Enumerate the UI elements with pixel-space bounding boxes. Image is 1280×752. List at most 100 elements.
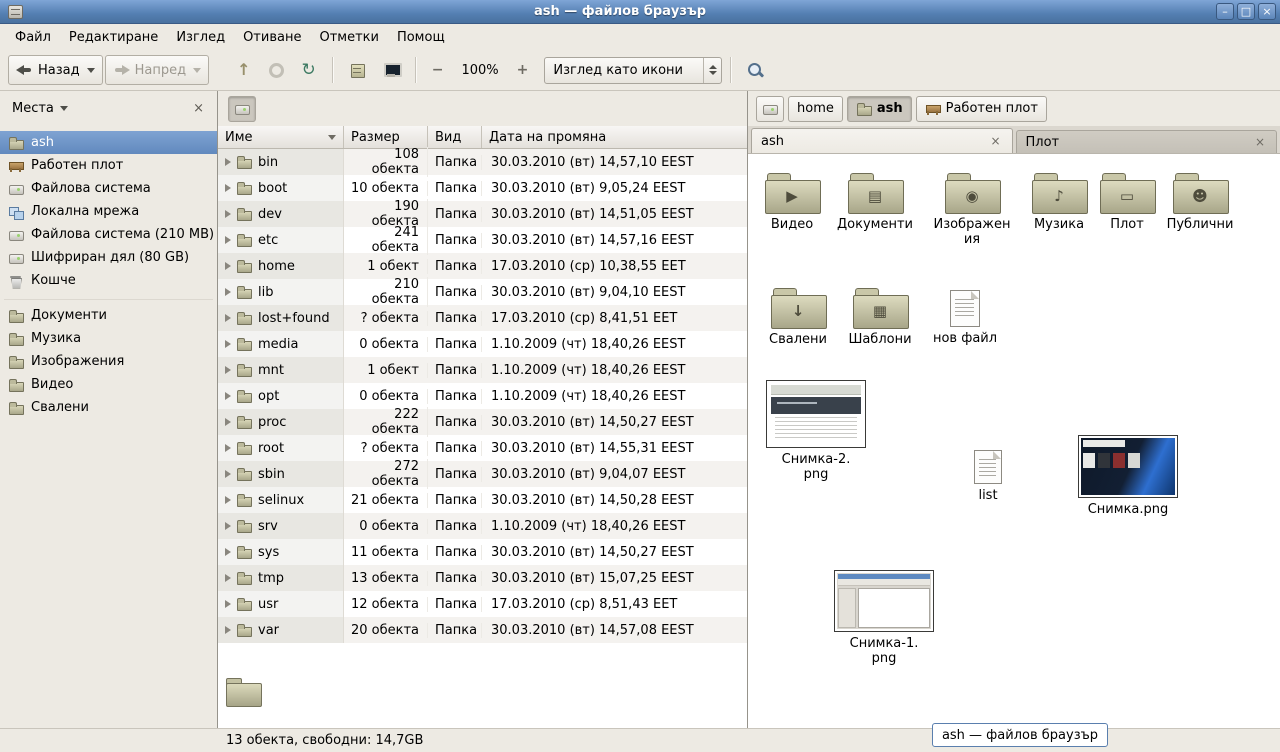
up-button[interactable]: ↑ <box>229 55 258 85</box>
expander-icon[interactable] <box>225 184 231 192</box>
expander-icon[interactable] <box>225 158 231 166</box>
sidebar-item-trash[interactable]: Кошче <box>0 269 217 292</box>
close-button[interactable]: × <box>1258 3 1276 20</box>
expander-icon[interactable] <box>225 262 231 270</box>
expander-icon[interactable] <box>225 236 231 244</box>
tab-close-icon[interactable]: × <box>988 134 1002 148</box>
expander-icon[interactable] <box>225 314 231 322</box>
icon-item-templates[interactable]: Шаблони <box>837 288 923 348</box>
sidebar-item-ash[interactable]: ash <box>0 131 217 154</box>
table-row[interactable]: var20 обектаПапка30.03.2010 (вт) 14,57,0… <box>218 617 747 643</box>
sidebar-item-filesystem[interactable]: Файлова система <box>0 177 217 200</box>
table-row[interactable]: tmp13 обектаПапка30.03.2010 (вт) 15,07,2… <box>218 565 747 591</box>
table-row[interactable]: bin108 обектаПапка30.03.2010 (вт) 14,57,… <box>218 149 747 175</box>
path-root-button[interactable] <box>756 96 784 122</box>
back-dropdown-icon[interactable] <box>87 68 95 73</box>
back-button[interactable]: Назад <box>8 55 103 85</box>
table-row[interactable]: proc222 обектаПапка30.03.2010 (вт) 14,50… <box>218 409 747 435</box>
path-desktop-button[interactable]: Работен плот <box>916 96 1047 122</box>
icon-item-pictures[interactable]: Изображен ия <box>929 173 1015 248</box>
sidebar-close-button[interactable]: × <box>188 99 209 118</box>
sidebar-item-videos[interactable]: Видео <box>0 373 217 396</box>
places-selector[interactable]: Места <box>8 99 72 118</box>
expander-icon[interactable] <box>225 626 231 634</box>
expander-icon[interactable] <box>225 288 231 296</box>
taskbar-window-button[interactable]: ash — файлов браузър <box>932 723 1108 747</box>
minimize-button[interactable]: – <box>1216 3 1234 20</box>
expander-icon[interactable] <box>225 444 231 452</box>
sidebar-item-pictures[interactable]: Изображения <box>0 350 217 373</box>
sidebar-item-filesystem-210mb[interactable]: Файлова система (210 MB) <box>0 223 217 246</box>
table-row[interactable]: sbin272 обектаПапка30.03.2010 (вт) 9,04,… <box>218 461 747 487</box>
path-ash-button[interactable]: ash <box>847 96 912 122</box>
table-row[interactable]: usr12 обектаПапка17.03.2010 (ср) 8,51,43… <box>218 591 747 617</box>
file-item-snimka1[interactable]: Снимка-1. png <box>834 570 934 667</box>
expander-icon[interactable] <box>225 600 231 608</box>
table-row[interactable]: root? обектаПапка30.03.2010 (вт) 14,55,3… <box>218 435 747 461</box>
file-item-new-file[interactable]: нов файл <box>922 290 1008 347</box>
expander-icon[interactable] <box>225 470 231 478</box>
zoom-out-button[interactable]: − <box>424 55 452 85</box>
icon-item-downloads[interactable]: Свалени <box>755 288 841 348</box>
file-item-list[interactable]: list <box>958 450 1018 504</box>
tab-close-icon[interactable]: × <box>1253 135 1267 149</box>
table-row[interactable]: mnt1 обектПапка1.10.2009 (чт) 18,40,26 E… <box>218 357 747 383</box>
table-row[interactable]: lib210 обектаПапка30.03.2010 (вт) 9,04,1… <box>218 279 747 305</box>
sidebar-item-network[interactable]: Локална мрежа <box>0 200 217 223</box>
maximize-button[interactable]: □ <box>1237 3 1255 20</box>
expander-icon[interactable] <box>225 548 231 556</box>
icon-view[interactable]: Видео Документи Изображен ия Музика Плот… <box>748 154 1280 728</box>
menu-bookmarks[interactable]: Отметки <box>310 26 387 49</box>
column-header-date[interactable]: Дата на промяна <box>482 126 747 148</box>
icon-item-video[interactable]: Видео <box>749 173 835 233</box>
home-button[interactable] <box>341 55 373 85</box>
expander-icon[interactable] <box>225 574 231 582</box>
menu-go[interactable]: Отиване <box>234 26 310 49</box>
sidebar-item-documents[interactable]: Документи <box>0 304 217 327</box>
sidebar-item-downloads[interactable]: Свалени <box>0 396 217 419</box>
menu-file[interactable]: Файл <box>6 26 60 49</box>
sidebar-item-desktop[interactable]: Работен плот <box>0 154 217 177</box>
tab-desktop[interactable]: Плот × <box>1016 130 1278 153</box>
column-header-name[interactable]: Име <box>218 126 344 148</box>
file-item-snimka[interactable]: Снимка.png <box>1078 435 1178 518</box>
expander-icon[interactable] <box>225 418 231 426</box>
table-row[interactable]: home1 обектПапка17.03.2010 (ср) 10,38,55… <box>218 253 747 279</box>
table-row[interactable]: srv0 обектаПапка1.10.2009 (чт) 18,40,26 … <box>218 513 747 539</box>
search-button[interactable] <box>739 55 772 85</box>
window-titlebar[interactable]: ash — файлов браузър – □ × <box>0 0 1280 24</box>
expander-icon[interactable] <box>225 496 231 504</box>
column-header-size[interactable]: Размер <box>344 126 428 148</box>
expander-icon[interactable] <box>225 522 231 530</box>
table-row[interactable]: boot10 обектаПапка30.03.2010 (вт) 9,05,2… <box>218 175 747 201</box>
forward-button[interactable]: Напред <box>105 55 209 85</box>
stop-button[interactable] <box>261 55 292 85</box>
view-mode-select[interactable]: Изглед като икони <box>544 57 722 84</box>
table-row[interactable]: opt0 обектаПапка1.10.2009 (чт) 18,40,26 … <box>218 383 747 409</box>
file-item-snimka2[interactable]: Снимка-2. png <box>766 380 866 483</box>
expander-icon[interactable] <box>225 340 231 348</box>
sidebar-item-encrypted-80gb[interactable]: Шифриран дял (80 GB) <box>0 246 217 269</box>
column-header-type[interactable]: Вид <box>428 126 482 148</box>
menu-help[interactable]: Помощ <box>388 26 454 49</box>
tab-ash[interactable]: ash × <box>751 128 1013 153</box>
table-row[interactable]: dev190 обектаПапка30.03.2010 (вт) 14,51,… <box>218 201 747 227</box>
expander-icon[interactable] <box>225 210 231 218</box>
reload-button[interactable]: ↻ <box>294 55 324 85</box>
table-row[interactable]: lost+found? обектаПапка17.03.2010 (ср) 8… <box>218 305 747 331</box>
sidebar-item-music[interactable]: Музика <box>0 327 217 350</box>
expander-icon[interactable] <box>225 366 231 374</box>
expander-icon[interactable] <box>225 392 231 400</box>
table-row[interactable]: selinux21 обектаПапка30.03.2010 (вт) 14,… <box>218 487 747 513</box>
path-root-button[interactable] <box>228 96 256 122</box>
computer-button[interactable] <box>375 55 407 85</box>
icon-item-public[interactable]: Публични <box>1157 173 1243 233</box>
menu-view[interactable]: Изглед <box>167 26 234 49</box>
table-row[interactable]: sys11 обектаПапка30.03.2010 (вт) 14,50,2… <box>218 539 747 565</box>
menu-edit[interactable]: Редактиране <box>60 26 167 49</box>
table-row[interactable]: media0 обектаПапка1.10.2009 (чт) 18,40,2… <box>218 331 747 357</box>
table-row[interactable]: etc241 обектаПапка30.03.2010 (вт) 14,57,… <box>218 227 747 253</box>
icon-item-documents[interactable]: Документи <box>832 173 918 233</box>
zoom-in-button[interactable]: + <box>509 55 537 85</box>
path-home-button[interactable]: home <box>788 96 843 122</box>
